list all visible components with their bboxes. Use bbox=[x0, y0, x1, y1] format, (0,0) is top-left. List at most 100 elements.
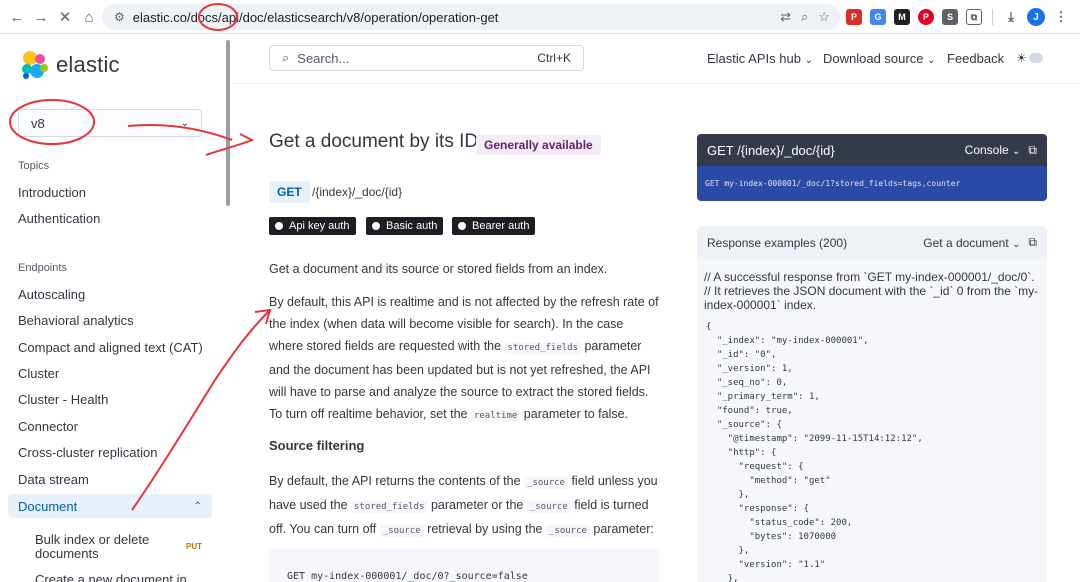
site-info-icon[interactable]: ⚙ bbox=[114, 10, 125, 24]
feedback-link[interactable]: Feedback bbox=[947, 51, 1004, 66]
endpoints-heading: Endpoints bbox=[18, 262, 67, 274]
status-badge: Generally available bbox=[476, 135, 601, 155]
logo-text: elastic bbox=[56, 52, 120, 77]
copy-icon[interactable]: ⧉ bbox=[1028, 143, 1037, 158]
sidebar-subitem-create[interactable]: Create a new document in bbox=[35, 573, 195, 582]
shield-icon bbox=[275, 222, 283, 230]
chevron-down-icon: ⌄ bbox=[1012, 238, 1021, 250]
console-header: GET /{index}/_doc/{id} Console ⌄ ⧉ bbox=[697, 134, 1047, 166]
annotation-arrow-body-head bbox=[254, 308, 272, 325]
profile-avatar[interactable]: J bbox=[1027, 8, 1045, 26]
json-line: "method": "get" bbox=[706, 476, 831, 486]
json-line: "_seq_no": 0, bbox=[706, 378, 788, 388]
json-line: }, bbox=[706, 490, 750, 500]
json-line: "request": { bbox=[706, 462, 804, 472]
console-title: GET /{index}/_doc/{id} bbox=[707, 142, 835, 158]
response-comment: // A successful response from `GET my-in… bbox=[704, 270, 1039, 312]
sidebar-item-introduction[interactable]: Introduction bbox=[18, 185, 86, 200]
json-line: "@timestamp": "2099-11-15T14:12:12", bbox=[706, 434, 923, 444]
sidebar-item-cat[interactable]: Compact and aligned text (CAT) bbox=[18, 340, 203, 355]
code-example: GET my-index-000001/_doc/0?_source=false bbox=[269, 549, 659, 582]
bookmark-star-icon[interactable]: ☆ bbox=[818, 9, 830, 25]
header-divider bbox=[232, 83, 1080, 84]
method-badge-put: PUT bbox=[186, 542, 202, 551]
sidebar-item-data-stream[interactable]: Data stream bbox=[18, 472, 89, 487]
download-icon[interactable]: ⤓ bbox=[1003, 9, 1019, 25]
extension-icon[interactable]: M bbox=[894, 9, 910, 25]
page-title: Get a document by its ID bbox=[269, 131, 479, 152]
download-source-link[interactable]: Download source ⌄ bbox=[823, 51, 935, 66]
json-line: "_primary_term": 1, bbox=[706, 392, 820, 402]
extension-icon[interactable]: S bbox=[942, 9, 958, 25]
chevron-up-icon: ⌃ bbox=[193, 500, 202, 512]
sidebar-item-autoscaling[interactable]: Autoscaling bbox=[18, 287, 85, 302]
console-dropdown[interactable]: Console ⌄ bbox=[965, 143, 1021, 157]
auth-badge-basic[interactable]: Basic auth bbox=[366, 217, 444, 235]
extensions-area: P G M P S ⧉ ⤓ J ⋮ bbox=[846, 5, 1069, 29]
console-request: GET my-index-000001/_doc/1?stored_fields… bbox=[697, 166, 1047, 201]
address-bar[interactable]: ⚙ elastic.co/docs/api/doc/elasticsearch/… bbox=[102, 4, 840, 30]
json-line: "_source": { bbox=[706, 420, 782, 430]
back-icon[interactable]: ← bbox=[6, 6, 28, 28]
json-line: "status_code": 200, bbox=[706, 518, 853, 528]
sidebar-item-connector[interactable]: Connector bbox=[18, 419, 78, 434]
sidebar-item-cluster[interactable]: Cluster bbox=[18, 366, 59, 381]
realtime-paragraph: By default, this API is realtime and is … bbox=[269, 295, 659, 422]
endpoint-path: /{index}/_doc/{id} bbox=[312, 185, 403, 199]
elastic-logo[interactable]: elastic bbox=[18, 49, 120, 81]
section-heading: Source filtering bbox=[269, 438, 365, 453]
pinterest-icon[interactable]: P bbox=[918, 9, 934, 25]
json-line: "found": true, bbox=[706, 406, 793, 416]
chevron-down-icon: ⌄ bbox=[180, 117, 189, 129]
home-icon[interactable]: ⌂ bbox=[78, 6, 100, 28]
search-placeholder: Search... bbox=[297, 50, 350, 66]
shield-icon bbox=[372, 222, 380, 230]
sidebar: elastic v8 ⌄ Topics Introduction Authent… bbox=[0, 35, 232, 582]
shield-icon bbox=[458, 222, 466, 230]
sun-icon: ☀ bbox=[1016, 51, 1027, 65]
json-line: "http": { bbox=[706, 448, 777, 458]
theme-toggle[interactable]: ☀ bbox=[1016, 51, 1048, 65]
json-line: { bbox=[706, 322, 712, 332]
json-line: }, bbox=[706, 546, 750, 556]
zoom-icon[interactable]: ⌕ bbox=[801, 9, 808, 25]
auth-badge-bearer[interactable]: Bearer auth bbox=[452, 217, 536, 235]
json-line: "response": { bbox=[706, 504, 809, 514]
json-line: }, bbox=[706, 574, 739, 582]
response-dropdown[interactable]: Get a document ⌄ bbox=[923, 236, 1020, 250]
sidebar-item-authentication[interactable]: Authentication bbox=[18, 211, 100, 226]
search-shortcut: Ctrl+K bbox=[537, 51, 571, 65]
extension-icon[interactable]: G bbox=[870, 9, 886, 25]
forward-icon[interactable]: → bbox=[30, 6, 52, 28]
chevron-down-icon: ⌄ bbox=[804, 55, 813, 66]
response-header: Response examples (200) Get a document ⌄… bbox=[697, 226, 1047, 259]
topics-heading: Topics bbox=[18, 160, 50, 172]
method-badge-get: GET bbox=[269, 181, 310, 203]
stop-icon[interactable]: ✕ bbox=[54, 6, 76, 28]
sidebar-item-document[interactable]: Document ⌃ bbox=[8, 494, 212, 518]
sidebar-item-cluster-health[interactable]: Cluster - Health bbox=[18, 392, 108, 407]
sidebar-scrollbar[interactable] bbox=[226, 40, 230, 206]
search-input[interactable]: ⌕ Search... Ctrl+K bbox=[269, 45, 584, 71]
menu-dots-icon[interactable]: ⋮ bbox=[1053, 9, 1069, 25]
copy-icon[interactable]: ⧉ bbox=[1028, 235, 1037, 250]
intro-text: Get a document and its source or stored … bbox=[269, 262, 608, 276]
source-filtering-paragraph: By default, the API returns the contents… bbox=[269, 474, 658, 537]
translate-icon[interactable]: ⇄ bbox=[780, 9, 791, 25]
chevron-down-icon: ⌄ bbox=[1012, 146, 1021, 157]
json-line: "_index": "my-index-000001", bbox=[706, 336, 869, 346]
json-line: "bytes": 1070000 bbox=[706, 532, 837, 542]
apis-hub-link[interactable]: Elastic APIs hub ⌄ bbox=[707, 51, 813, 66]
response-title: Response examples (200) bbox=[707, 235, 848, 250]
puzzle-icon[interactable]: ⧉ bbox=[966, 9, 982, 25]
chevron-down-icon: ⌄ bbox=[927, 55, 936, 66]
sidebar-subitem-bulk[interactable]: Bulk index or delete documents bbox=[35, 533, 165, 561]
sidebar-item-ccr[interactable]: Cross-cluster replication bbox=[18, 445, 157, 460]
extension-icon[interactable]: P bbox=[846, 9, 862, 25]
version-select[interactable]: v8 ⌄ bbox=[18, 109, 202, 137]
auth-badge-api-key[interactable]: Api key auth bbox=[269, 217, 356, 235]
browser-toolbar: ← → ✕ ⌂ ⚙ elastic.co/docs/api/doc/elasti… bbox=[0, 0, 1080, 34]
sidebar-item-behavioral-analytics[interactable]: Behavioral analytics bbox=[18, 313, 134, 328]
url-text: elastic.co/docs/api/doc/elasticsearch/v8… bbox=[132, 9, 499, 25]
version-value: v8 bbox=[31, 115, 45, 131]
